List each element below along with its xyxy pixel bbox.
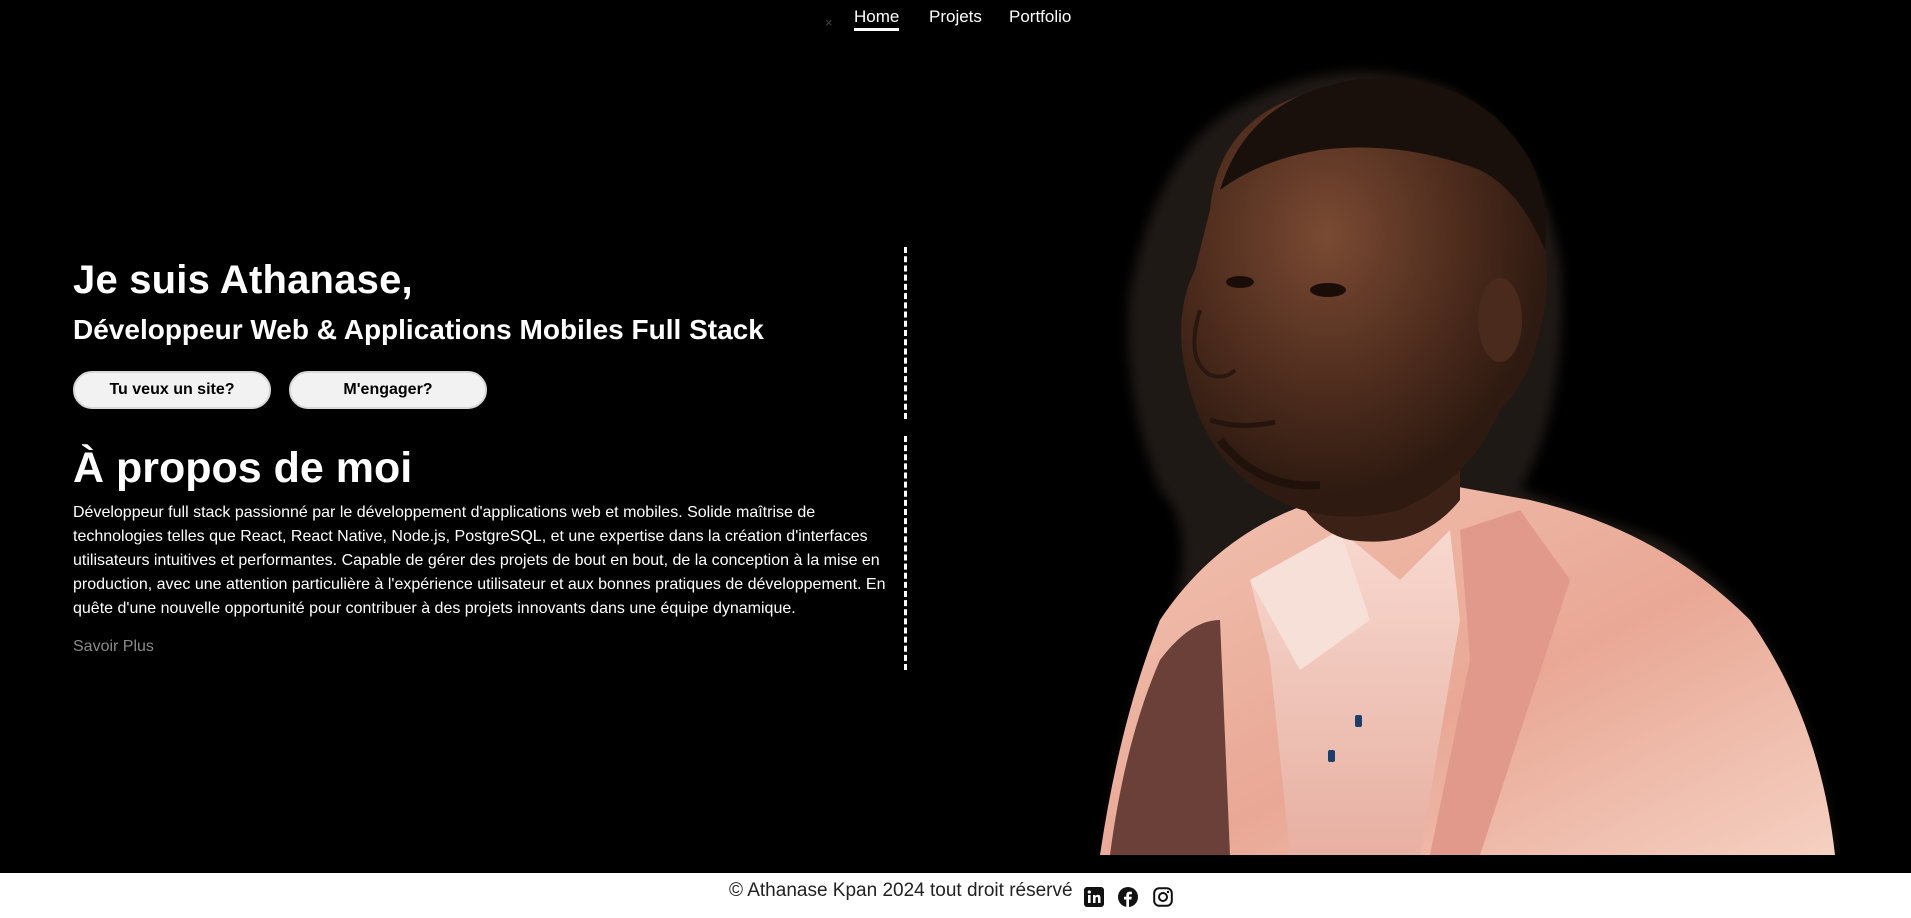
nav-link-projets[interactable]: Projets — [929, 7, 982, 27]
hero-section: × Home Projets Portfolio Je suis Athanas… — [0, 0, 1911, 873]
facebook-icon[interactable] — [1117, 886, 1139, 908]
hire-me-button[interactable]: M'engager? — [289, 371, 487, 409]
vertical-divider-bottom — [904, 436, 907, 670]
top-navigation: × Home Projets Portfolio — [0, 6, 1911, 36]
linkedin-icon[interactable] — [1083, 886, 1105, 908]
nav-link-home[interactable]: Home — [854, 7, 900, 31]
about-description: Développeur full stack passionné par le … — [73, 504, 886, 617]
instagram-icon[interactable] — [1152, 886, 1174, 908]
vertical-divider-top — [904, 247, 907, 419]
about-title: À propos de moi — [73, 444, 413, 492]
footer: © Athanase Kpan 2024 tout droit réservé — [0, 873, 1911, 918]
footer-copyright: © Athanase Kpan 2024 tout droit réservé — [729, 880, 1073, 901]
intro-subtitle: Développeur Web & Applications Mobiles F… — [73, 314, 764, 345]
profile-portrait — [1100, 72, 1835, 855]
close-icon[interactable]: × — [825, 15, 833, 30]
read-more-link[interactable]: Savoir Plus — [73, 638, 154, 656]
intro-title: Je suis Athanase, — [73, 258, 413, 302]
nav-link-portfolio[interactable]: Portfolio — [1009, 7, 1071, 27]
website-request-button[interactable]: Tu veux un site? — [73, 371, 271, 409]
